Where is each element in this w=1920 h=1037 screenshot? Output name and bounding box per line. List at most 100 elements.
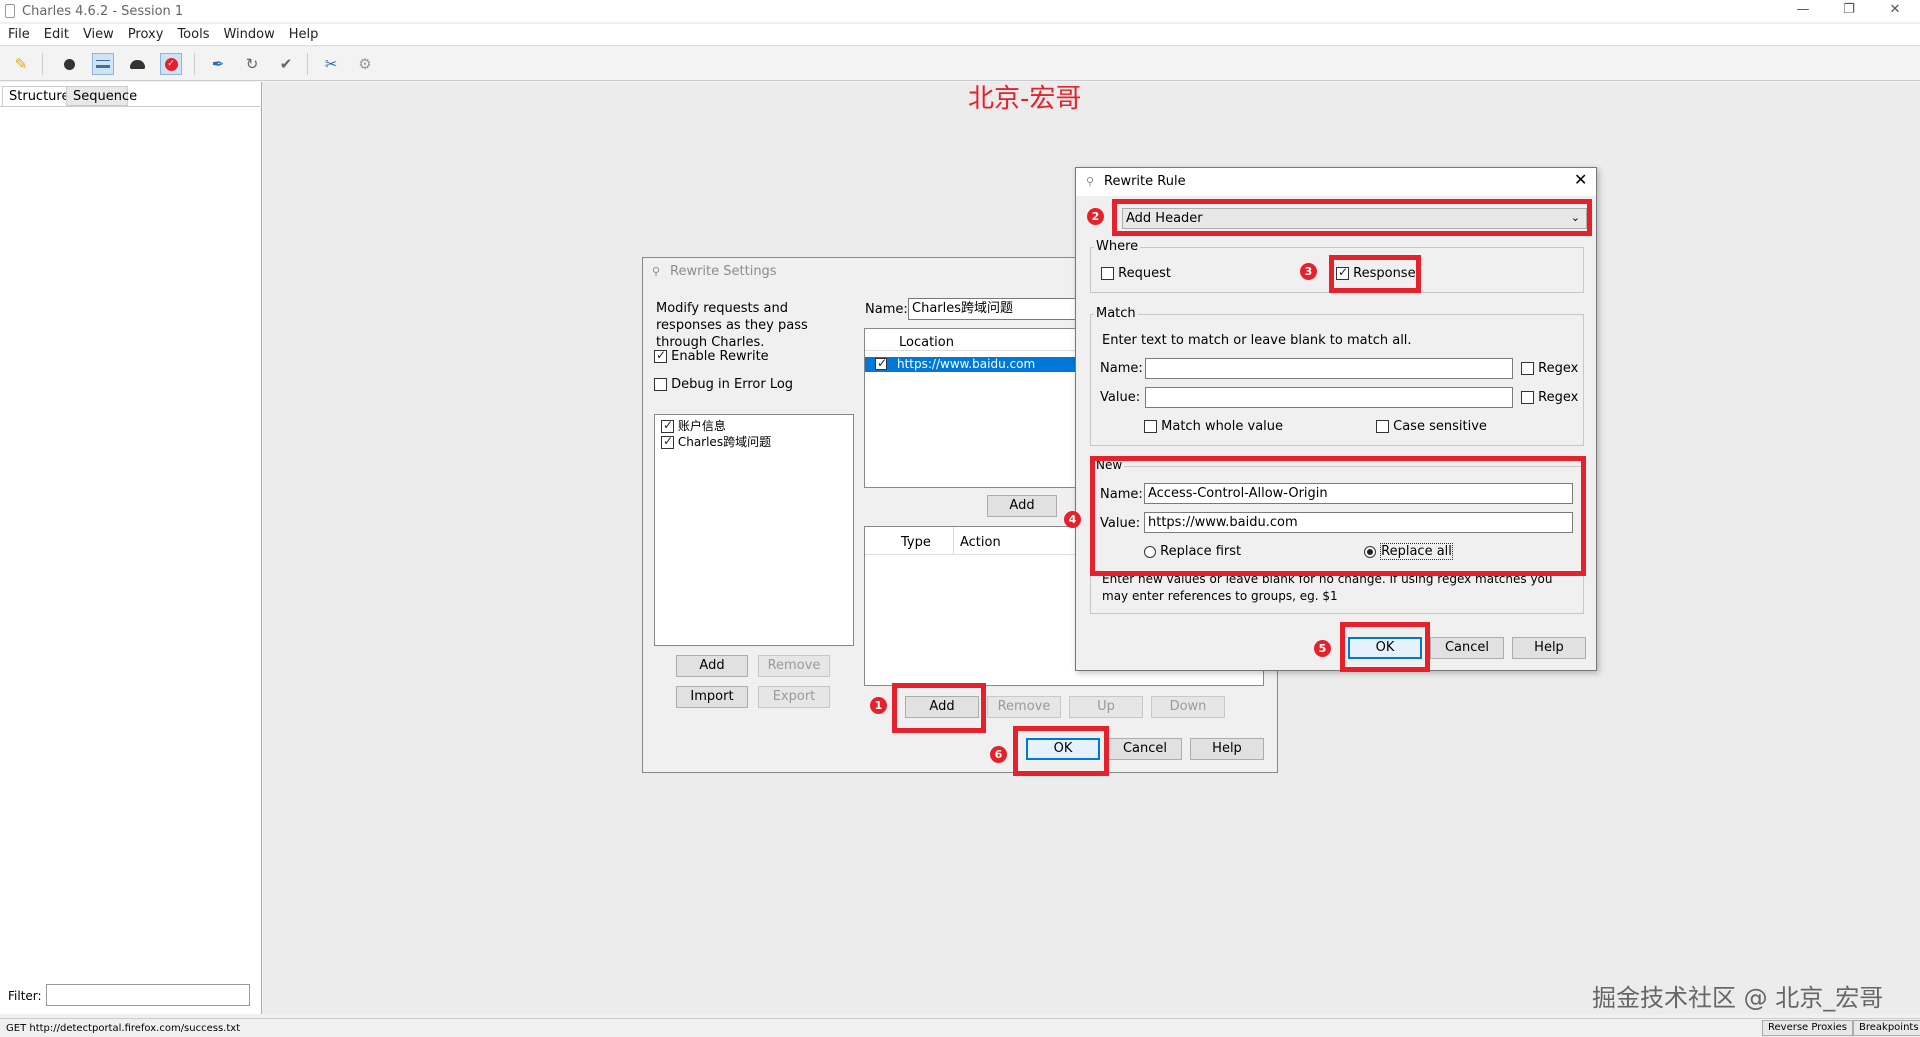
annotation-box-6: [1013, 726, 1109, 776]
annotation-box-1: [892, 683, 986, 733]
throttle-icon[interactable]: [92, 53, 114, 75]
match-name-input[interactable]: [1145, 358, 1513, 379]
toolbar: ✎ ✓ ✒ ↻ ✔ ✂ ⚙: [0, 47, 1920, 81]
add-location-button[interactable]: Add: [987, 495, 1057, 517]
match-hint: Enter text to match or leave blank to ma…: [1102, 333, 1412, 348]
menu-file[interactable]: File: [8, 27, 30, 42]
match-value-input[interactable]: [1145, 387, 1513, 408]
rewrite-settings-title: Rewrite Settings: [670, 264, 777, 279]
annotation-box-2: [1112, 199, 1592, 236]
close-icon[interactable]: ✕: [1872, 0, 1918, 22]
rule-cancel-button[interactable]: Cancel: [1430, 637, 1504, 659]
record-icon[interactable]: [58, 53, 80, 75]
enable-rewrite-row[interactable]: Enable Rewrite: [654, 348, 769, 364]
down-button[interactable]: Down: [1151, 696, 1225, 718]
reverse-proxies-button[interactable]: Reverse Proxies: [1762, 1020, 1853, 1036]
menu-view[interactable]: View: [83, 27, 114, 42]
settings-icon[interactable]: ⚙: [354, 53, 376, 75]
broom-icon[interactable]: ✎: [10, 53, 32, 75]
value-regex-option[interactable]: Regex: [1521, 390, 1578, 405]
table-row[interactable]: https://www.baidu.com: [865, 356, 1081, 372]
name-regex-checkbox[interactable]: [1521, 362, 1534, 375]
action-header: Action: [960, 535, 1001, 550]
rewrite-description: Modify requests and responses as they pa…: [656, 301, 808, 350]
settings-help-button[interactable]: Help: [1190, 738, 1264, 760]
case-sensitive-option[interactable]: Case sensitive: [1376, 419, 1487, 434]
menu-proxy[interactable]: Proxy: [128, 27, 164, 42]
menu-tools[interactable]: Tools: [177, 27, 209, 42]
location-header: Location: [899, 335, 954, 350]
export-button[interactable]: Export: [758, 686, 830, 708]
location-checkbox[interactable]: [875, 356, 887, 370]
match-whole-checkbox[interactable]: [1144, 420, 1157, 433]
set-name-input[interactable]: Charles跨域问题: [908, 298, 1080, 320]
filter-input[interactable]: [46, 984, 250, 1006]
step-badge-5: 5: [1314, 640, 1331, 657]
import-button[interactable]: Import: [676, 686, 748, 708]
tab-sequence[interactable]: Sequence: [66, 86, 137, 106]
step-badge-2: 2: [1087, 208, 1104, 225]
menu-edit[interactable]: Edit: [44, 27, 69, 42]
breakpoints-button[interactable]: Breakpoints: [1853, 1020, 1920, 1036]
refresh-icon[interactable]: ↻: [241, 53, 263, 75]
pen-icon[interactable]: ✒: [207, 53, 229, 75]
set-checkbox[interactable]: [661, 434, 674, 449]
enable-rewrite-label: Enable Rewrite: [671, 349, 769, 364]
debug-log-checkbox[interactable]: [654, 378, 667, 391]
name-regex-option[interactable]: Regex: [1521, 361, 1578, 376]
annotation-box-5: [1340, 622, 1430, 672]
request-option[interactable]: Request: [1101, 266, 1171, 281]
type-header: Type: [901, 535, 931, 550]
structure-pane: [0, 82, 262, 1014]
filter-bar: Filter:: [0, 978, 262, 1014]
locations-table[interactable]: Location https://www.baidu.com: [864, 328, 1081, 488]
breakpoint-icon[interactable]: ✓: [160, 53, 182, 75]
dialog-icon: ⚲: [1086, 175, 1095, 188]
minimize-icon[interactable]: —: [1780, 0, 1826, 22]
request-checkbox[interactable]: [1101, 267, 1114, 280]
step-badge-1: 1: [870, 697, 887, 714]
rule-help-button[interactable]: Help: [1512, 637, 1586, 659]
add-set-button[interactable]: Add: [676, 655, 748, 677]
step-badge-3: 3: [1300, 263, 1317, 280]
filter-label: Filter:: [8, 989, 42, 1003]
enable-rewrite-checkbox[interactable]: [654, 348, 667, 363]
set-label: 账户信息: [677, 419, 726, 433]
rewrite-sets-list[interactable]: 账户信息 Charles跨域问题: [654, 414, 854, 646]
watermark-title: 北京-宏哥: [968, 84, 1082, 114]
match-value-label: Value:: [1100, 390, 1141, 405]
set-checkbox[interactable]: [661, 418, 674, 433]
case-sensitive-checkbox[interactable]: [1376, 420, 1389, 433]
list-item[interactable]: Charles跨域问题: [661, 433, 771, 450]
new-hint: Enter new values or leave blank for no c…: [1102, 572, 1553, 603]
dialog-icon: ⚲: [652, 265, 661, 278]
tools-icon[interactable]: ✂: [320, 53, 342, 75]
watermark-footer: 掘金技术社区 @ 北京_宏哥: [1592, 984, 1884, 1012]
menu-help[interactable]: Help: [289, 27, 319, 42]
annotation-box-4: [1090, 456, 1586, 576]
close-icon[interactable]: ✕: [1574, 170, 1587, 189]
check-icon[interactable]: ✔: [275, 53, 297, 75]
restore-icon[interactable]: ❐: [1826, 0, 1872, 22]
match-name-label: Name:: [1100, 361, 1143, 376]
turtle-icon[interactable]: [126, 53, 148, 75]
regex-label: Regex: [1538, 390, 1579, 405]
charles-app-icon: [5, 4, 15, 18]
remove-rule-button[interactable]: Remove: [987, 696, 1061, 718]
value-regex-checkbox[interactable]: [1521, 391, 1534, 404]
remove-set-button[interactable]: Remove: [758, 655, 830, 677]
settings-cancel-button[interactable]: Cancel: [1108, 738, 1182, 760]
set-label: Charles跨域问题: [677, 435, 772, 449]
debug-log-label: Debug in Error Log: [671, 377, 794, 392]
annotation-box-3: [1329, 255, 1421, 293]
menu-window[interactable]: Window: [223, 27, 274, 42]
status-text: GET http://detectportal.firefox.com/succ…: [6, 1023, 241, 1034]
where-label: Where: [1094, 239, 1141, 254]
match-whole-option[interactable]: Match whole value: [1144, 419, 1283, 434]
debug-log-row[interactable]: Debug in Error Log: [654, 377, 793, 392]
title-bar: Charles 4.6.2 - Session 1 — ❐ ✕: [0, 0, 1920, 22]
up-button[interactable]: Up: [1069, 696, 1143, 718]
window-title: Charles 4.6.2 - Session 1: [22, 3, 184, 19]
list-item[interactable]: 账户信息: [661, 417, 726, 434]
case-sensitive-label: Case sensitive: [1393, 419, 1487, 434]
